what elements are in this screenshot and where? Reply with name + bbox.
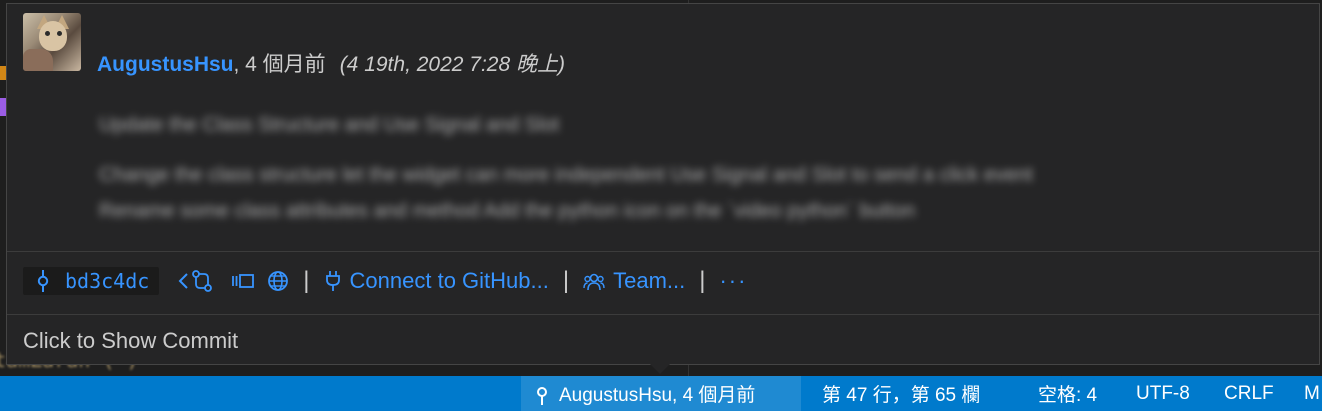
status-indentation[interactable]: 空格: 4 xyxy=(1038,376,1097,411)
more-actions-button[interactable]: ··· xyxy=(719,268,747,294)
globe-icon xyxy=(268,271,289,291)
commit-sha-label: bd3c4dc xyxy=(65,269,150,293)
hover-divider xyxy=(7,314,1319,315)
separator: | xyxy=(562,267,570,294)
status-line-ending[interactable]: CRLF xyxy=(1224,376,1274,411)
commit-message-summary: Update the Class Structure and Use Signa… xyxy=(99,114,560,136)
git-blame-hover: AugustusHsu, 4 個月前 (4 19th, 2022 7:28 晚上)… xyxy=(6,3,1320,365)
compare-previous-button[interactable] xyxy=(177,269,213,293)
status-bar: AugustusHsu, 4 個月前 第 47 行，第 65 欄 空格: 4 U… xyxy=(0,376,1322,411)
hover-divider xyxy=(7,251,1319,252)
commit-relative-time: , 4 個月前 xyxy=(233,53,326,76)
commit-author-link[interactable]: AugustusHsu xyxy=(97,53,234,76)
git-commit-icon xyxy=(37,270,49,292)
status-git-blame[interactable]: AugustusHsu, 4 個月前 xyxy=(521,376,801,411)
team-link[interactable]: Team... xyxy=(583,268,685,294)
hover-pointer xyxy=(650,364,670,374)
commit-sha-button[interactable]: bd3c4dc xyxy=(23,267,160,295)
open-on-remote-button[interactable] xyxy=(267,270,289,292)
status-git-blame-label: AugustusHsu, 4 個月前 xyxy=(559,385,756,406)
connect-github-link[interactable]: Connect to GitHub... xyxy=(324,268,549,294)
commit-message-body: Change the class structure let the widge… xyxy=(99,164,1033,186)
status-encoding[interactable]: UTF-8 xyxy=(1136,376,1190,411)
commit-actions-bar: bd3c4dc | Connect to GitHub... | Team...… xyxy=(23,264,747,298)
status-cursor-position[interactable]: 第 47 行，第 65 欄 xyxy=(822,376,980,411)
status-language-mode[interactable]: M xyxy=(1304,376,1320,411)
author-avatar xyxy=(23,13,81,71)
team-label: Team... xyxy=(613,268,686,293)
chevron-left-icon xyxy=(178,273,189,289)
team-icon xyxy=(583,273,605,291)
plug-icon xyxy=(325,271,340,291)
separator: | xyxy=(699,267,706,294)
git-commit-icon xyxy=(537,386,547,405)
connect-github-label: Connect to GitHub... xyxy=(349,268,549,293)
commit-author-line: AugustusHsu, 4 個月前 (4 19th, 2022 7:28 晚上) xyxy=(97,48,565,78)
commit-absolute-date: (4 19th, 2022 7:28 晚上) xyxy=(339,53,565,76)
show-commit-link[interactable]: Click to Show Commit xyxy=(23,328,238,354)
compare-changes-icon xyxy=(192,270,213,292)
commit-message-body: Rename some class attributes and method … xyxy=(99,200,916,222)
open-in-panel-icon xyxy=(232,274,255,288)
open-in-view-button[interactable] xyxy=(231,271,255,291)
separator: | xyxy=(303,267,310,294)
